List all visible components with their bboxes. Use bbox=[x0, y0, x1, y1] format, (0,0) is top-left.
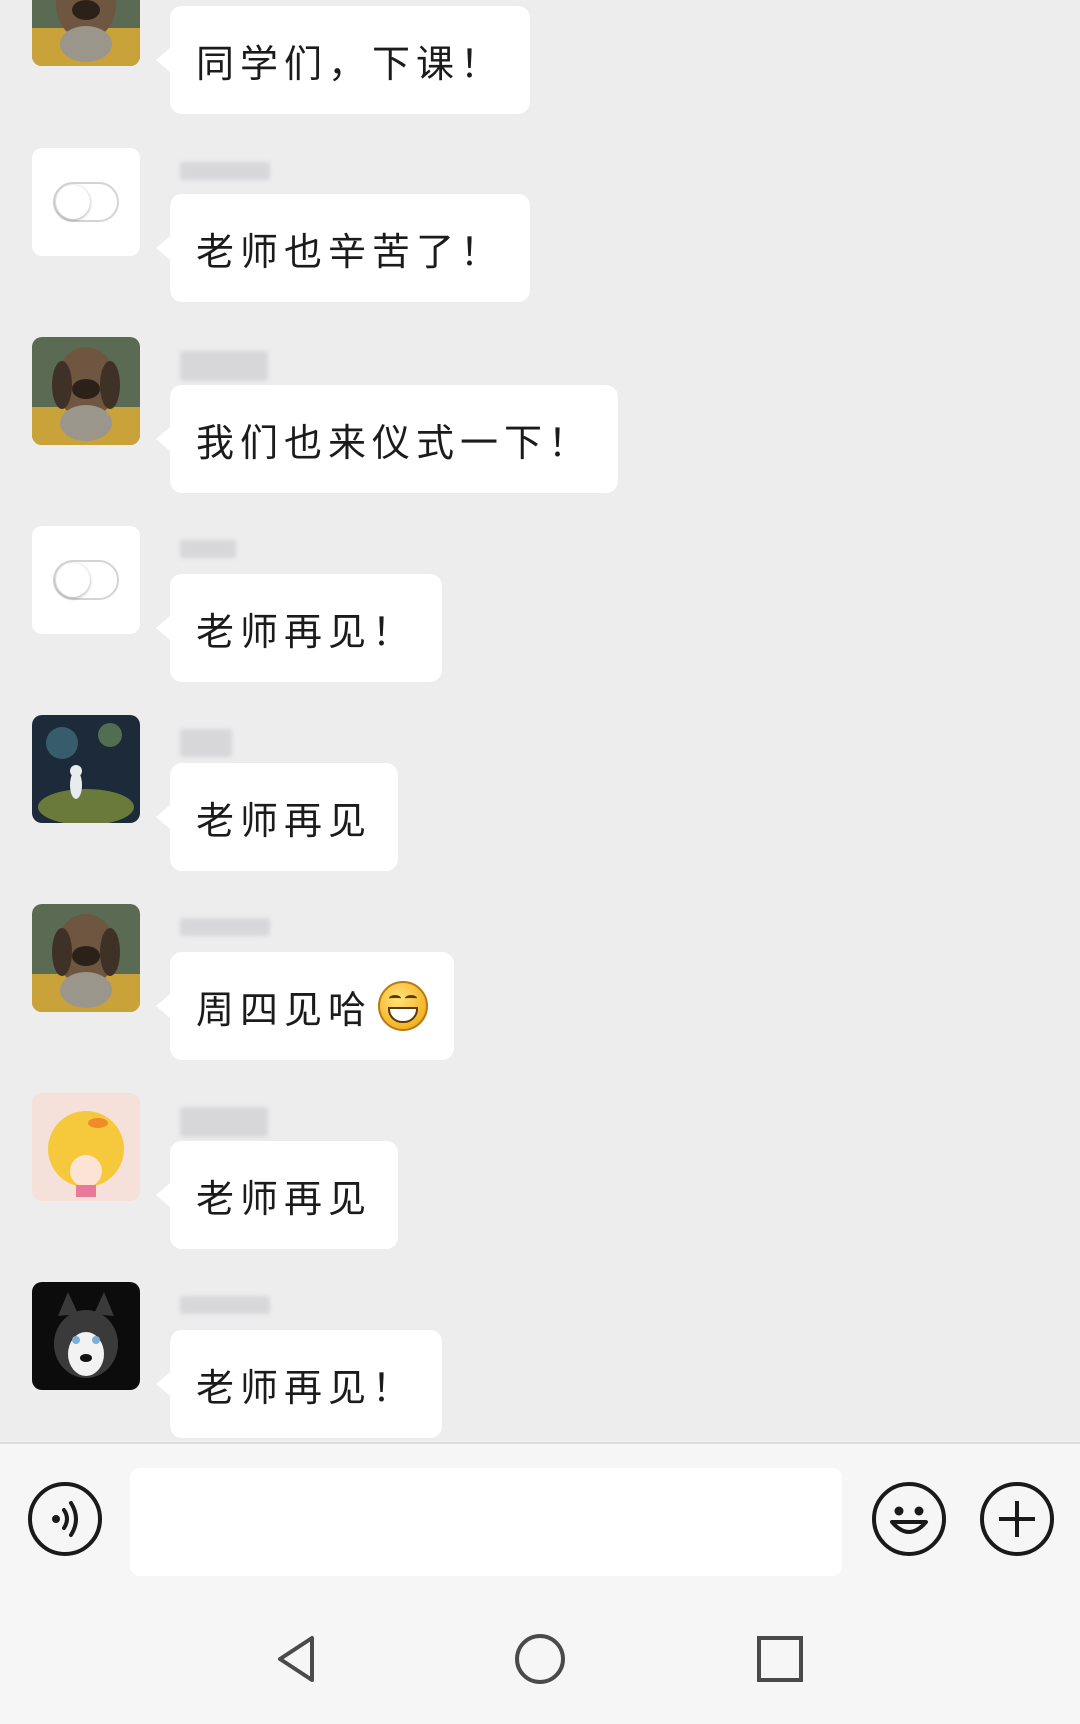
message-text: 老师再见 bbox=[196, 1176, 373, 1221]
toggle-icon bbox=[53, 560, 119, 600]
grinning-face-emoji bbox=[378, 981, 429, 1031]
toggle-avatar[interactable] bbox=[32, 526, 140, 634]
system-nav-bar bbox=[0, 1594, 1080, 1724]
sender-name-blurred bbox=[180, 1107, 268, 1137]
message-text: 老师再见！ bbox=[196, 1365, 417, 1410]
message-bubble[interactable]: 老师再见！ bbox=[155, 574, 443, 682]
chat-input-bar bbox=[0, 1442, 1080, 1594]
message-text: 周四见哈 bbox=[196, 987, 373, 1032]
sender-name-blurred bbox=[180, 1296, 270, 1314]
message-text: 老师再见 bbox=[196, 798, 373, 843]
dog-statue-avatar[interactable] bbox=[32, 0, 140, 66]
message-bubble[interactable]: 老师再见 bbox=[155, 1141, 399, 1249]
sender-name-blurred bbox=[180, 162, 270, 180]
night-sky-avatar[interactable] bbox=[32, 715, 140, 823]
recents-icon[interactable] bbox=[745, 1624, 815, 1694]
message-bubble[interactable]: 老师也辛苦了！ bbox=[155, 194, 531, 302]
message-text: 老师再见！ bbox=[196, 609, 417, 654]
message-bubble[interactable]: 同学们，下课！ bbox=[155, 6, 531, 114]
message-bubble[interactable]: 老师再见 bbox=[155, 763, 399, 871]
plus-icon[interactable] bbox=[980, 1482, 1054, 1556]
message-text: 同学们，下课！ bbox=[196, 41, 505, 86]
dog-statue-avatar[interactable] bbox=[32, 337, 140, 445]
chat-message-list[interactable]: 同学们，下课！ 老师也辛苦了！ 我们也来仪式一下！ 老师再见！ 老师再见 周四见… bbox=[0, 0, 1080, 1440]
toggle-avatar[interactable] bbox=[32, 148, 140, 256]
message-text: 老师也辛苦了！ bbox=[196, 229, 505, 274]
husky-avatar[interactable] bbox=[32, 1282, 140, 1390]
sender-name-blurred bbox=[180, 540, 236, 558]
sender-name-blurred bbox=[180, 729, 232, 757]
sender-name-blurred bbox=[180, 918, 270, 936]
message-bubble[interactable]: 老师再见！ bbox=[155, 1330, 443, 1438]
message-bubble[interactable]: 我们也来仪式一下！ bbox=[155, 385, 619, 493]
sender-name-blurred bbox=[180, 351, 268, 381]
message-bubble[interactable]: 周四见哈 bbox=[155, 952, 455, 1060]
home-icon[interactable] bbox=[505, 1624, 575, 1694]
toggle-icon bbox=[53, 182, 119, 222]
duck-girl-avatar[interactable] bbox=[32, 1093, 140, 1201]
back-icon[interactable] bbox=[266, 1624, 336, 1694]
dog-statue-avatar[interactable] bbox=[32, 904, 140, 1012]
message-input[interactable] bbox=[130, 1468, 842, 1576]
voice-icon[interactable] bbox=[28, 1482, 102, 1556]
message-text: 我们也来仪式一下！ bbox=[196, 420, 593, 465]
emoji-icon[interactable] bbox=[872, 1482, 946, 1556]
